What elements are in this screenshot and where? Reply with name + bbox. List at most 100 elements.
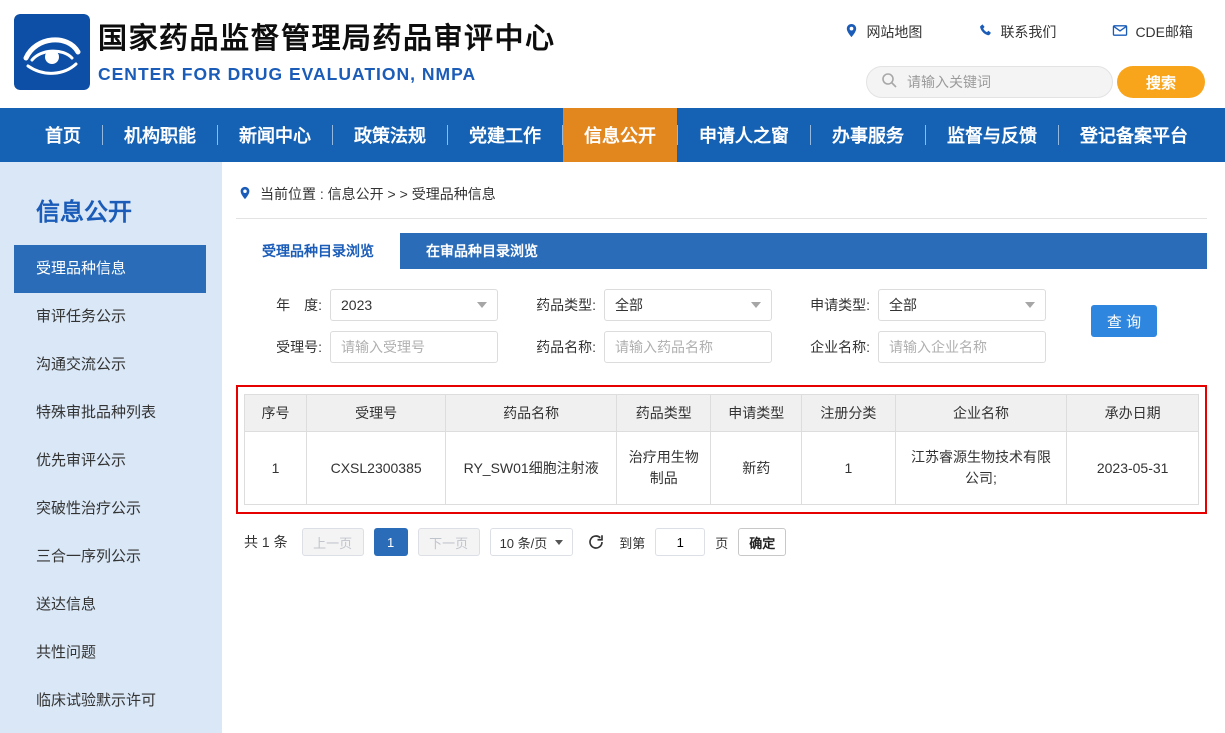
cell-index: 1: [245, 432, 307, 505]
next-page-button[interactable]: 下一页: [418, 528, 480, 556]
site-title: 国家药品监督管理局药品审评中心: [98, 15, 556, 57]
breadcrumb-text: 当前位置 : 信息公开 > > 受理品种信息: [260, 184, 496, 204]
nav-item-news[interactable]: 新闻中心: [218, 108, 332, 162]
cell-reg-class: 1: [802, 432, 895, 505]
search-input[interactable]: [905, 73, 1098, 91]
tab-accepted-catalog[interactable]: 受理品种目录浏览: [236, 233, 400, 269]
sidebar-item-communication[interactable]: 沟通交流公示: [14, 341, 206, 389]
filter-drug-type: 药品类型: 全部: [524, 289, 772, 321]
chevron-down-icon: [751, 302, 761, 308]
main-nav: 首页 机构职能 新闻中心 政策法规 党建工作 信息公开 申请人之窗 办事服务 监…: [0, 108, 1225, 162]
sidebar-item-accepted-varieties[interactable]: 受理品种信息: [14, 245, 206, 293]
goto-label: 到第: [619, 533, 645, 552]
nav-item-party-building[interactable]: 党建工作: [448, 108, 562, 162]
nav-item-applicant-window[interactable]: 申请人之窗: [678, 108, 810, 162]
year-select[interactable]: 2023: [330, 289, 498, 321]
nav-item-information-disclosure[interactable]: 信息公开: [563, 108, 677, 162]
col-header-company: 企业名称: [895, 395, 1067, 432]
nav-item-supervision-feedback[interactable]: 监督与反馈: [926, 108, 1058, 162]
site-subtitle: CENTER FOR DRUG EVALUATION, NMPA: [98, 64, 556, 85]
cell-drug-name: RY_SW01细胞注射液: [446, 432, 617, 505]
results-table: 序号 受理号 药品名称 药品类型 申请类型 注册分类 企业名称 承办日期 1 C…: [244, 394, 1199, 505]
sidebar-item-breakthrough-therapy[interactable]: 突破性治疗公示: [14, 485, 206, 533]
col-header-drug-type: 药品类型: [617, 395, 711, 432]
col-header-date: 承办日期: [1067, 395, 1199, 432]
sidebar-item-three-in-one-sequence[interactable]: 三合一序列公示: [14, 533, 206, 581]
nav-item-registration-platform[interactable]: 登记备案平台: [1059, 108, 1209, 162]
contact-link-label: 联系我们: [1000, 22, 1056, 42]
cell-accept-no: CXSL2300385: [307, 432, 446, 505]
cde-logo: [14, 14, 90, 90]
chevron-down-icon: [555, 540, 563, 545]
goto-page-input[interactable]: [655, 528, 705, 556]
search-button[interactable]: 搜索: [1117, 66, 1205, 98]
company-input[interactable]: [878, 331, 1046, 363]
table-row: 1 CXSL2300385 RY_SW01细胞注射液 治疗用生物制品 新药 1 …: [245, 432, 1199, 505]
filter-apply-type-label: 申请类型:: [798, 295, 870, 315]
col-header-accept-no: 受理号: [307, 395, 446, 432]
filter-drug-name-label: 药品名称:: [524, 337, 596, 357]
search-box: [866, 66, 1113, 98]
drug-name-input[interactable]: [604, 331, 772, 363]
location-pin-icon: [238, 186, 252, 203]
location-pin-icon: [844, 23, 859, 41]
nav-item-home[interactable]: 首页: [24, 108, 102, 162]
sidebar-item-priority-review[interactable]: 优先审评公示: [14, 437, 206, 485]
main-content: 当前位置 : 信息公开 > > 受理品种信息 受理品种目录浏览 在审品种目录浏览…: [222, 162, 1225, 733]
tabs: 受理品种目录浏览 在审品种目录浏览: [236, 233, 1207, 269]
tab-under-review-catalog[interactable]: 在审品种目录浏览: [400, 233, 564, 269]
col-header-index: 序号: [245, 395, 307, 432]
sidebar-item-clinical-trial-implied-license[interactable]: 临床试验默示许可: [14, 677, 206, 725]
total-count: 共 1 条: [244, 532, 288, 552]
sidebar-item-delivery-info[interactable]: 送达信息: [14, 581, 206, 629]
sidebar-title: 信息公开: [0, 162, 222, 245]
sidebar: 信息公开 受理品种信息 审评任务公示 沟通交流公示 特殊审批品种列表 优先审评公…: [0, 162, 222, 733]
filter-drug-name: 药品名称:: [524, 331, 772, 363]
cell-company: 江苏睿源生物技术有限公司;: [895, 432, 1067, 505]
apply-type-select-value: 全部: [889, 295, 917, 315]
sitemap-link-label: 网站地图: [866, 22, 922, 42]
cell-apply-type: 新药: [711, 432, 802, 505]
year-select-value: 2023: [341, 297, 372, 313]
search-icon: [881, 72, 897, 93]
col-header-reg-class: 注册分类: [802, 395, 895, 432]
page-size-select[interactable]: 10 条/页: [490, 528, 574, 556]
contact-link[interactable]: 联系我们: [978, 22, 1056, 42]
mail-link[interactable]: CDE邮箱: [1112, 22, 1193, 42]
site-title-block: 国家药品监督管理局药品审评中心 CENTER FOR DRUG EVALUATI…: [98, 15, 556, 85]
annotation-highlight-box: 序号 受理号 药品名称 药品类型 申请类型 注册分类 企业名称 承办日期 1 C…: [236, 385, 1207, 514]
chevron-down-icon: [1025, 302, 1035, 308]
apply-type-select[interactable]: 全部: [878, 289, 1046, 321]
cell-drug-type: 治疗用生物制品: [617, 432, 711, 505]
filter-accept-no: 受理号:: [250, 331, 498, 363]
filter-panel: 年 度: 2023 药品类型: 全部 申请类型: 全部: [236, 269, 1207, 383]
cell-date: 2023-05-31: [1067, 432, 1199, 505]
chevron-down-icon: [477, 302, 487, 308]
page-number-button[interactable]: 1: [374, 528, 408, 556]
filter-row-2: 受理号: 药品名称: 企业名称:: [250, 331, 1207, 363]
query-button[interactable]: 查 询: [1091, 305, 1157, 337]
prev-page-button[interactable]: 上一页: [302, 528, 364, 556]
page-size-value: 10 条/页: [500, 533, 548, 552]
nav-item-functions[interactable]: 机构职能: [103, 108, 217, 162]
filter-apply-type: 申请类型: 全部: [798, 289, 1046, 321]
filter-accept-no-label: 受理号:: [250, 337, 322, 357]
nav-item-services[interactable]: 办事服务: [811, 108, 925, 162]
sitemap-link[interactable]: 网站地图: [844, 22, 922, 42]
nav-item-policies[interactable]: 政策法规: [333, 108, 447, 162]
drug-type-select[interactable]: 全部: [604, 289, 772, 321]
confirm-button[interactable]: 确定: [738, 528, 786, 556]
table-header-row: 序号 受理号 药品名称 药品类型 申请类型 注册分类 企业名称 承办日期: [245, 395, 1199, 432]
sidebar-item-special-approval-list[interactable]: 特殊审批品种列表: [14, 389, 206, 437]
col-header-apply-type: 申请类型: [711, 395, 802, 432]
envelope-icon: [1112, 23, 1128, 41]
sidebar-item-common-issues[interactable]: 共性问题: [14, 629, 206, 677]
accept-no-input[interactable]: [330, 331, 498, 363]
filter-row-1: 年 度: 2023 药品类型: 全部 申请类型: 全部: [250, 289, 1207, 321]
refresh-icon[interactable]: [587, 533, 605, 551]
drug-type-select-value: 全部: [615, 295, 643, 315]
header-links: 网站地图 联系我们 CDE邮箱: [844, 22, 1193, 42]
filter-year-label: 年 度:: [250, 295, 322, 315]
breadcrumb: 当前位置 : 信息公开 > > 受理品种信息: [236, 162, 1207, 219]
sidebar-item-review-tasks[interactable]: 审评任务公示: [14, 293, 206, 341]
